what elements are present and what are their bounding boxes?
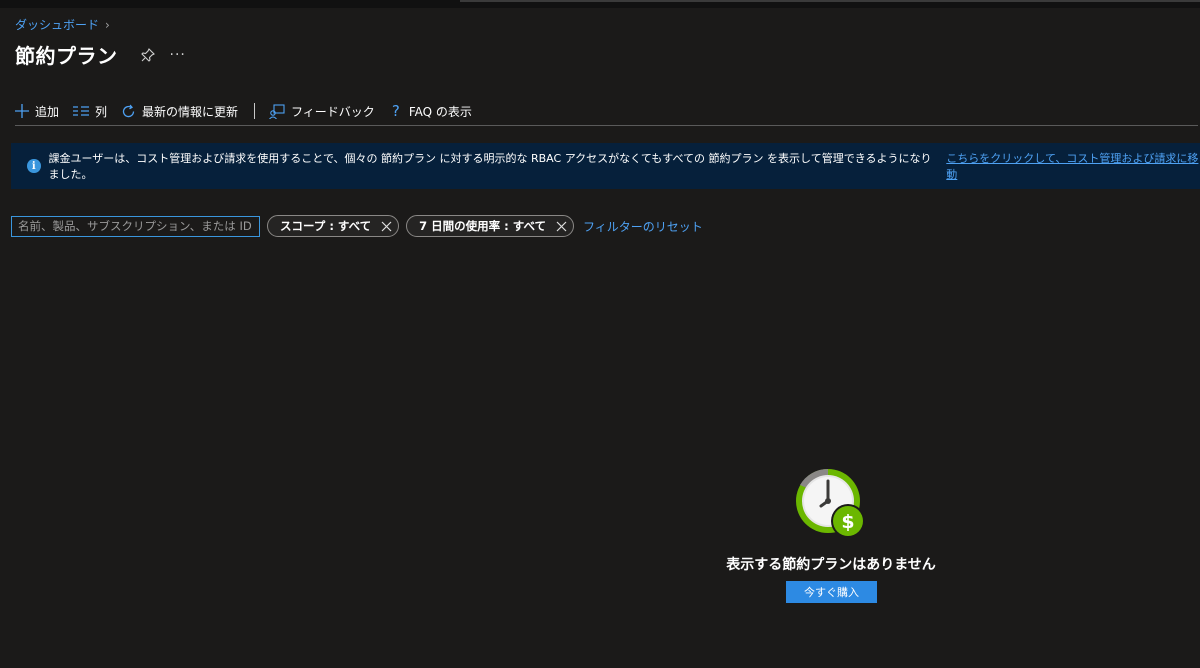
plus-icon: [15, 104, 29, 118]
more-options-icon[interactable]: ···: [170, 47, 186, 63]
scope-filter-label: スコープ : すべて: [280, 219, 372, 233]
question-icon: ?: [391, 102, 400, 120]
banner-text: 課金ユーザーは、コスト管理および請求を使用することで、個々の 節約プラン に対す…: [48, 152, 932, 181]
savings-clock-icon: $: [795, 468, 869, 542]
columns-button[interactable]: 列: [73, 103, 107, 120]
buy-now-button[interactable]: 今すぐ購入: [786, 581, 877, 603]
close-icon[interactable]: [556, 221, 567, 232]
banner-cost-management-link[interactable]: こちらをクリックして、コスト管理および請求に移動: [946, 150, 1200, 182]
command-bar: 追加 列 最新の情報に更新 フィードバック ? FAQ の表示: [15, 98, 1198, 124]
refresh-button[interactable]: 最新の情報に更新: [121, 103, 238, 120]
title-row: 節約プラン ···: [15, 40, 186, 69]
usage-filter-label: 7 日間の使用率 : すべて: [419, 219, 547, 233]
pin-icon[interactable]: [140, 47, 156, 63]
scope-filter-pill[interactable]: スコープ : すべて: [267, 215, 400, 237]
info-icon: i: [27, 159, 41, 173]
page-title: 節約プラン: [15, 44, 118, 68]
empty-state-message: 表示する節約プランはありません: [726, 557, 936, 573]
breadcrumb: ダッシュボード ›: [15, 16, 110, 33]
close-icon[interactable]: [381, 221, 392, 232]
feedback-button[interactable]: フィードバック: [269, 103, 375, 120]
breadcrumb-dashboard-link[interactable]: ダッシュボード: [15, 16, 99, 33]
filter-bar: スコープ : すべて 7 日間の使用率 : すべて フィルターのリセット: [11, 215, 703, 237]
search-input[interactable]: [11, 215, 260, 237]
chevron-right-icon: ›: [105, 17, 110, 32]
top-bar: [0, 0, 1200, 8]
usage-filter-pill[interactable]: 7 日間の使用率 : すべて: [406, 215, 575, 237]
faq-button[interactable]: ? FAQ の表示: [389, 102, 472, 120]
add-label: 追加: [35, 104, 60, 119]
toolbar-divider-line: [15, 125, 1198, 126]
columns-icon: [73, 106, 90, 116]
top-scrollbar[interactable]: [460, 0, 1200, 2]
faq-label: FAQ の表示: [408, 104, 472, 119]
refresh-label: 最新の情報に更新: [142, 104, 239, 119]
toolbar-divider: [254, 103, 256, 119]
info-banner: i 課金ユーザーは、コスト管理および請求を使用することで、個々の 節約プラン に…: [11, 143, 1200, 189]
refresh-icon: [122, 104, 135, 117]
svg-text:$: $: [841, 511, 854, 533]
columns-label: 列: [95, 104, 108, 119]
reset-filters-link[interactable]: フィルターのリセット: [583, 218, 703, 235]
add-button[interactable]: 追加: [15, 103, 59, 120]
feedback-icon: [269, 103, 285, 119]
feedback-label: フィードバック: [291, 104, 375, 119]
